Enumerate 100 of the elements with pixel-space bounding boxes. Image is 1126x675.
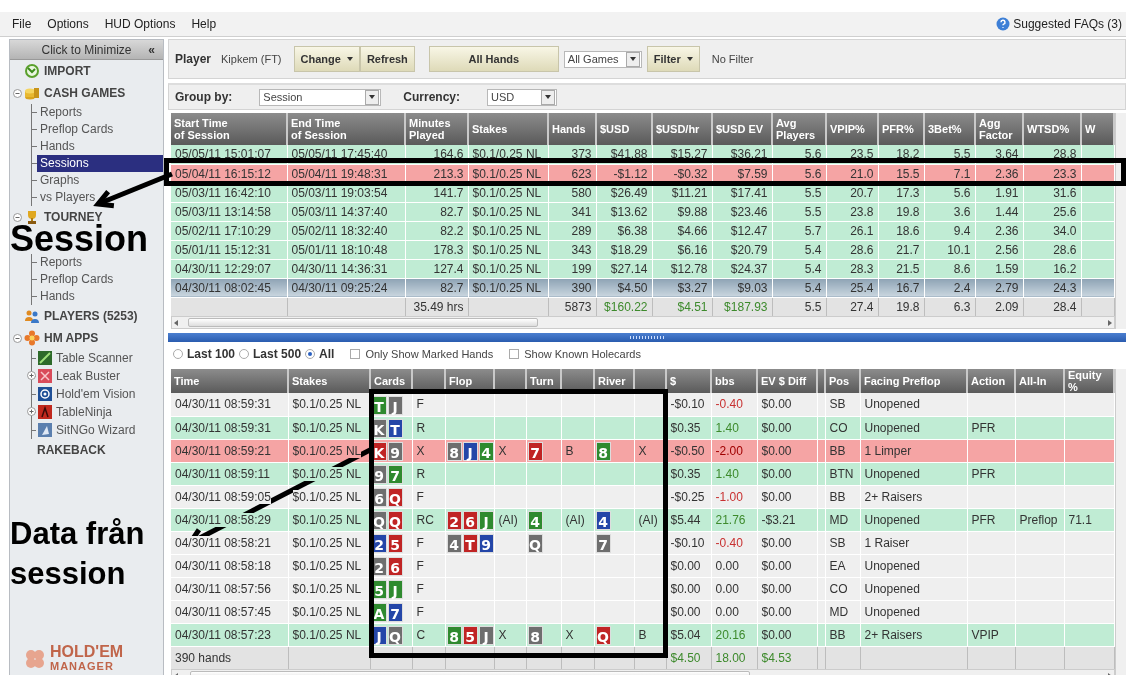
sidebar-heading[interactable]: RAKEBACK <box>37 443 106 457</box>
player-name: Kipkem (FT) <box>221 53 282 65</box>
radio-button[interactable] <box>173 349 183 359</box>
faq-link[interactable]: Suggested FAQs (3) <box>1013 17 1122 31</box>
checkbox-label[interactable]: Only Show Marked Hands <box>365 348 494 360</box>
sidebar-item[interactable]: Hands <box>37 138 163 155</box>
sidebar-heading[interactable]: CASH GAMES <box>44 86 126 100</box>
table-cell: 0.00 <box>715 558 739 573</box>
table-cell: SB <box>825 393 860 416</box>
checkbox[interactable] <box>509 349 520 359</box>
checkbox-label[interactable]: Show Known Holecards <box>524 348 641 360</box>
column-header[interactable]: $USD/hr <box>652 113 712 145</box>
column-header[interactable]: Agg Factor <box>975 113 1023 145</box>
table-cell: -0.40 <box>715 535 743 550</box>
menu-item[interactable]: HUD Options <box>104 17 186 31</box>
dropdown[interactable]: Session <box>259 88 382 106</box>
column-header[interactable]: All-In <box>1015 369 1064 393</box>
total-cell: 390 hands <box>171 646 288 669</box>
column-header[interactable]: VPIP% <box>826 113 878 145</box>
app-item[interactable]: Hold'em Vision <box>56 387 136 401</box>
app-item[interactable]: SitNGo Wizard <box>56 423 136 437</box>
sidebar-heading[interactable]: HM APPS <box>44 331 99 345</box>
radio-label[interactable]: All <box>319 347 335 361</box>
column-header[interactable]: Stakes <box>288 369 370 393</box>
sidebar-item[interactable]: Preflop Cards <box>37 271 163 288</box>
playing-card: 7 <box>595 533 611 553</box>
table-cell: 04/30/11 08:58:18 <box>171 554 288 577</box>
table-cell: 04/30/11 08:57:45 <box>171 600 288 623</box>
all-hands-button[interactable]: All Hands <box>428 46 559 72</box>
column-header[interactable]: $ <box>666 369 711 393</box>
column-header[interactable]: Time <box>171 369 288 393</box>
vertical-scrollbar[interactable] <box>1115 113 1126 329</box>
menu-item[interactable]: File <box>12 17 42 31</box>
sidebar-heading[interactable]: TOURNEY <box>44 210 103 224</box>
column-header[interactable]: Avg Players <box>772 113 826 145</box>
sidebar-item[interactable]: vs Players <box>37 189 163 206</box>
radio-label[interactable]: Last 500 <box>253 347 302 361</box>
radio-button[interactable] <box>305 349 316 359</box>
sidebar-item[interactable]: Hands <box>37 288 163 305</box>
annotation-label: Data från session <box>10 515 146 593</box>
radio-button[interactable] <box>239 349 250 359</box>
column-header[interactable]: End Time of Session <box>287 113 405 145</box>
vertical-scrollbar[interactable] <box>1115 369 1126 675</box>
column-header[interactable]: 3Bet% <box>924 113 975 145</box>
expand-icon[interactable] <box>27 407 36 416</box>
sidebar-heading[interactable]: IMPORT <box>44 64 91 78</box>
horizontal-scrollbar[interactable] <box>171 316 1115 329</box>
playing-card: 4 <box>478 441 493 461</box>
logo-icon <box>24 648 46 670</box>
help-icon <box>996 17 1011 31</box>
menu-item[interactable]: Options <box>47 17 99 31</box>
column-header[interactable]: Pos <box>825 369 860 393</box>
playing-card: Q <box>387 510 403 530</box>
column-header[interactable]: Equity % <box>1064 369 1114 393</box>
sidebar-item[interactable]: Graphs <box>37 172 163 189</box>
column-header[interactable]: Start Time of Session <box>171 113 287 145</box>
column-header[interactable]: W <box>1081 113 1114 145</box>
menu-item[interactable]: Help <box>191 17 227 31</box>
table-cell: 1.40 <box>715 466 739 481</box>
column-header[interactable]: $USD <box>596 113 652 145</box>
collapse-icon[interactable] <box>13 88 22 98</box>
column-header[interactable]: $USD EV <box>712 113 772 145</box>
playing-card: 9 <box>478 533 493 553</box>
sidebar-item[interactable]: Sessions <box>37 155 163 172</box>
table-cell: 20.16 <box>715 627 746 642</box>
column-header[interactable]: EV $ Diff <box>757 369 817 393</box>
refresh-button[interactable]: Refresh <box>359 46 415 72</box>
column-header[interactable]: Action <box>967 369 1015 393</box>
caret-icon <box>686 57 693 61</box>
minimize-button[interactable]: Click to Minimize « <box>10 40 163 60</box>
column-header[interactable]: bbs <box>711 369 757 393</box>
dropdown[interactable]: USD <box>487 88 557 106</box>
collapse-icon[interactable] <box>13 212 22 222</box>
collapse-icon[interactable] <box>13 333 22 343</box>
app-item[interactable]: Table Scanner <box>56 351 133 365</box>
sidebar-heading[interactable]: PLAYERS (5253) <box>44 309 138 323</box>
app-item[interactable]: TableNinja <box>56 405 113 419</box>
app-item[interactable]: Leak Buster <box>56 369 121 383</box>
expand-icon[interactable] <box>27 371 36 380</box>
menu-button[interactable]: Filter <box>646 46 700 72</box>
checkbox[interactable] <box>350 349 361 359</box>
column-header[interactable]: Hands <box>548 113 596 145</box>
playing-card: J <box>387 395 403 415</box>
table-cell: 21.76 <box>715 512 746 527</box>
sidebar-item[interactable]: Reports <box>37 254 163 271</box>
column-header[interactable]: Stakes <box>468 113 548 145</box>
playing-card: 8 <box>595 441 611 461</box>
playing-card: J <box>478 625 493 645</box>
table-cell: -$0.10 <box>666 393 711 416</box>
sidebar-item[interactable]: Reports <box>37 104 163 121</box>
column-header[interactable]: WTSD% <box>1023 113 1081 145</box>
dropdown[interactable]: All Games <box>563 50 642 68</box>
menu-button[interactable]: Change <box>293 46 360 72</box>
column-header[interactable]: Minutes Played <box>405 113 468 145</box>
table-cell: $0.1/0.25 NL <box>288 393 370 416</box>
eye-icon <box>38 387 52 401</box>
column-header[interactable]: PFR% <box>878 113 924 145</box>
column-header[interactable]: Facing Preflop <box>860 369 967 393</box>
radio-label[interactable]: Last 100 <box>187 347 236 361</box>
sidebar-item[interactable]: Preflop Cards <box>37 121 163 138</box>
